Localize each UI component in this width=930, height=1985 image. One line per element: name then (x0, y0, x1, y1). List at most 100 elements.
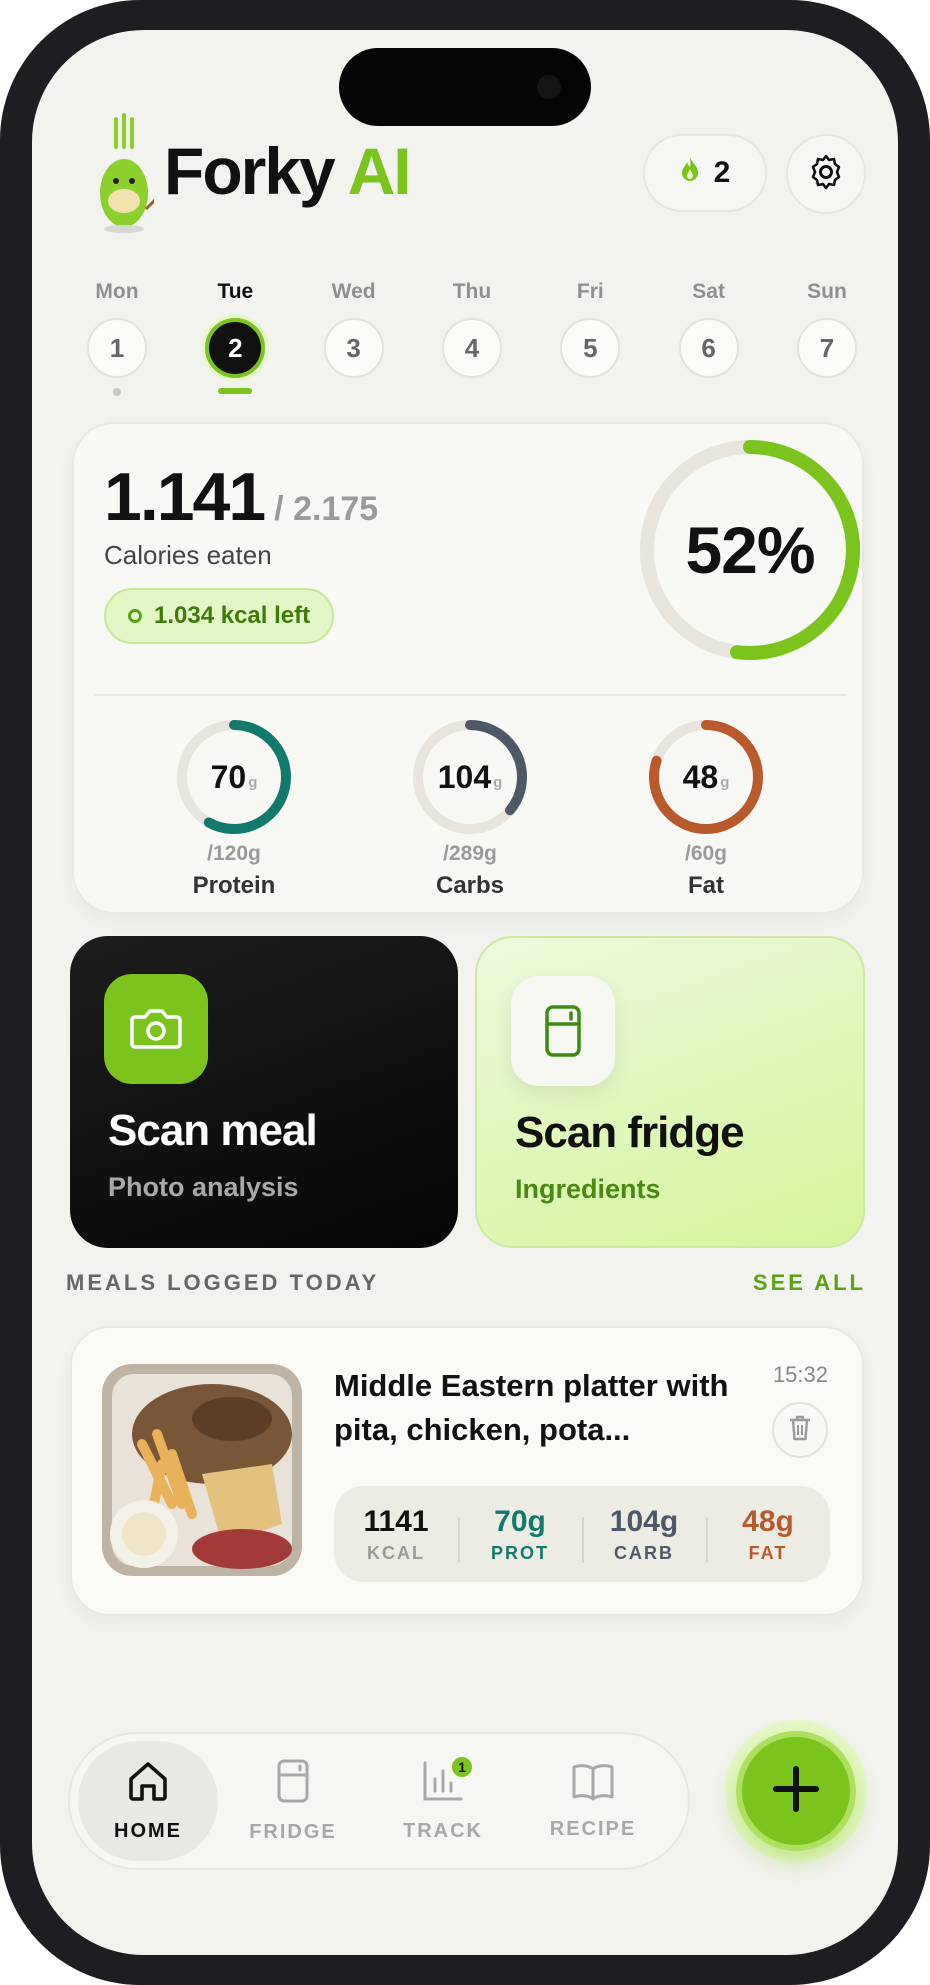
home-icon (126, 1759, 170, 1808)
meal-card[interactable]: Middle Eastern platter with pita, chicke… (70, 1326, 864, 1616)
stat-kcal: 1141 KCAL (334, 1505, 458, 1564)
nav-home[interactable]: HOME (78, 1741, 218, 1861)
calories-label: Calories eaten (104, 540, 272, 570)
streak-count: 2 (713, 156, 731, 189)
nav-recipe-label: RECIPE (549, 1818, 637, 1840)
stat-unit: CARB (614, 1542, 674, 1563)
app-header: Forky AI (94, 106, 412, 236)
day-label: Sun (807, 280, 847, 303)
day-wed[interactable]: Wed 3 (309, 280, 399, 396)
fridge-icon (275, 1758, 311, 1809)
kcal-left-badge: 1.034 kcal left (104, 588, 335, 644)
fat-value: 48 (682, 758, 719, 795)
calorie-totals: 1.141 / 2.175 (104, 458, 378, 536)
protein-ring: 70 g (175, 718, 293, 836)
nav-recipe[interactable]: RECIPE (518, 1741, 668, 1861)
macro-fat: 48 g /60g Fat (606, 718, 806, 900)
day-number: 5 (560, 318, 621, 378)
stat-fat: 48g FAT (706, 1505, 830, 1564)
day-label: Mon (95, 280, 139, 303)
track-badge: 1 (450, 1755, 474, 1779)
day-label: Sat (692, 280, 725, 303)
day-label: Tue (217, 280, 254, 303)
settings-button[interactable] (786, 134, 866, 214)
scan-meal-title: Scan meal (108, 1106, 318, 1155)
fat-unit: g (720, 773, 730, 791)
calorie-percent: 52% (685, 513, 815, 587)
protein-target: /120g (207, 842, 261, 865)
meal-photo (102, 1364, 302, 1576)
nav-fridge[interactable]: FRIDGE (218, 1741, 368, 1861)
meal-time: 15:32 (772, 1362, 828, 1387)
phone-frame: Forky AI 2 Mon 1 Tue 2 Wed 3 Thu 4 Fri 5 Sat 6… (0, 0, 930, 1985)
app-screen: Forky AI 2 Mon 1 Tue 2 Wed 3 Thu 4 Fri 5 Sat 6… (32, 30, 898, 1955)
flame-icon (680, 156, 700, 190)
day-number: 2 (205, 318, 266, 378)
scan-fridge-subtitle: Ingredients (515, 1174, 661, 1204)
day-thu[interactable]: Thu 4 (427, 280, 517, 396)
ring-icon (128, 609, 142, 623)
carbs-value: 104 (437, 758, 492, 795)
day-number: 6 (678, 318, 739, 378)
day-fri[interactable]: Fri 5 (545, 280, 635, 396)
week-strip: Mon 1 Tue 2 Wed 3 Thu 4 Fri 5 Sat 6 Sun 7 (72, 280, 872, 396)
stat-unit: FAT (748, 1542, 788, 1563)
gear-icon (806, 152, 846, 197)
book-icon (570, 1761, 616, 1806)
scan-meal-subtitle: Photo analysis (108, 1172, 299, 1202)
stat-value: 104g (609, 1504, 679, 1538)
calorie-goal: / 2.175 (274, 490, 379, 528)
nav-fridge-label: FRIDGE (249, 1821, 337, 1843)
front-camera (537, 75, 561, 99)
fat-ring: 48 g (647, 718, 765, 836)
fat-target: /60g (684, 842, 728, 865)
fridge-icon (511, 976, 615, 1086)
day-number: 4 (441, 318, 502, 378)
logged-dot (113, 388, 121, 396)
day-number: 3 (323, 318, 384, 378)
stat-unit: PROT (490, 1542, 549, 1563)
fat-value-wrap: 48 g (647, 718, 765, 836)
day-mon[interactable]: Mon 1 (72, 280, 162, 396)
meal-title: Middle Eastern platter with pita, chicke… (334, 1368, 729, 1447)
plus-icon (770, 1763, 822, 1820)
fork-mascot-icon (94, 111, 162, 233)
add-entry-button[interactable] (736, 1731, 856, 1851)
day-sat[interactable]: Sat 6 (664, 280, 754, 396)
selected-indicator (218, 388, 253, 394)
macro-rings: 70 g /120g Protein 104 g /289g Carbs 48 … (134, 718, 806, 900)
scan-fridge-card[interactable]: Scan fridge Ingredients (475, 936, 865, 1248)
day-number: 7 (796, 318, 857, 378)
trash-icon (788, 1414, 812, 1447)
protein-value-wrap: 70 g (175, 718, 293, 836)
carbs-label: Carbs (435, 872, 505, 899)
nav-track-label: TRACK (403, 1820, 483, 1842)
protein-label: Protein (192, 872, 276, 899)
kcal-left-text: 1.034 kcal left (154, 602, 311, 629)
day-label: Thu (452, 280, 492, 303)
see-all-link[interactable]: SEE ALL (753, 1270, 866, 1296)
calories-eaten: 1.141 (104, 459, 266, 535)
brand-main: Forky (164, 134, 336, 208)
stat-value: 1141 (363, 1504, 429, 1538)
fat-label: Fat (688, 872, 724, 899)
camera-icon (104, 974, 208, 1084)
scan-meal-card[interactable]: Scan meal Photo analysis (70, 936, 458, 1248)
day-tue[interactable]: Tue 2 (190, 280, 280, 396)
day-sun[interactable]: Sun 7 (782, 280, 872, 396)
calorie-summary-card: 1.141 / 2.175 Calories eaten 1.034 kcal … (72, 422, 864, 914)
macro-carbs: 104 g /289g Carbs (370, 718, 570, 900)
streak-button[interactable]: 2 (643, 134, 767, 212)
carbs-unit: g (493, 773, 503, 791)
day-number: 1 (87, 318, 147, 378)
stat-carbs: 104g CARB (582, 1505, 706, 1564)
brand-name: Forky AI (164, 133, 412, 209)
meals-section-header: MEALS LOGGED TODAY SEE ALL (66, 1270, 866, 1296)
stat-value: 70g (494, 1504, 546, 1538)
nav-track[interactable]: 1 TRACK (368, 1741, 518, 1861)
carbs-value-wrap: 104 g (411, 718, 529, 836)
bottom-nav: HOME FRIDGE 1 TRACK RECIPE (68, 1732, 690, 1870)
delete-meal-button[interactable] (772, 1402, 828, 1458)
meal-nutrition-stats: 1141 KCAL 70g PROT 104g CARB 48g FAT (334, 1486, 830, 1582)
carbs-ring: 104 g (411, 718, 529, 836)
